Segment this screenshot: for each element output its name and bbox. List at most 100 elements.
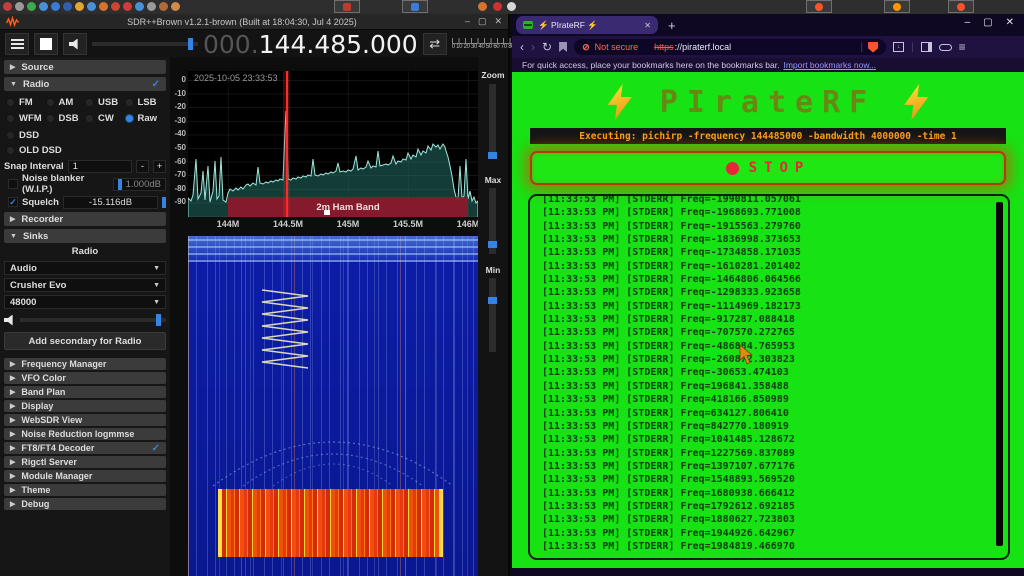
taskbar-app-icon[interactable] (63, 2, 72, 11)
taskbar-app-icon[interactable] (123, 2, 132, 11)
search-panel-icon[interactable]: ↓ (893, 42, 904, 52)
taskbar-app-icon[interactable] (75, 2, 84, 11)
taskbar-app-icon[interactable] (135, 2, 144, 11)
snap-minus-button[interactable]: - (136, 160, 149, 173)
squelch-slider-handle[interactable] (162, 197, 166, 208)
mode-lsb[interactable]: LSB (125, 94, 165, 110)
sidebar-panel[interactable]: ▶WebSDR View (4, 414, 166, 426)
taskbar-app-icon[interactable] (51, 2, 60, 11)
taskbar-app-icon[interactable] (159, 2, 168, 11)
mode-dsd[interactable]: DSD (4, 128, 166, 143)
taskbar-window-button-firefox[interactable] (884, 0, 910, 13)
add-secondary-button[interactable]: Add secondary for Radio (4, 332, 166, 350)
radio-icon[interactable] (6, 114, 15, 123)
new-tab-button[interactable]: + (668, 19, 676, 32)
close-icon[interactable]: ✕ (494, 17, 502, 26)
tab-close-icon[interactable]: ✕ (644, 21, 651, 30)
radio-icon[interactable] (85, 114, 94, 123)
max-slider-handle[interactable] (488, 241, 497, 248)
sidebar-panel[interactable]: ▶Theme (4, 484, 166, 496)
forward-button[interactable]: › (531, 41, 535, 53)
url-host[interactable]: ://piraterf.local (675, 42, 732, 52)
address-bar[interactable]: ⊘ Not secure https ://piraterf.local | (574, 39, 886, 55)
taskbar-app-icon[interactable] (3, 2, 12, 11)
radio-icon[interactable] (6, 131, 15, 140)
snap-interval-input[interactable]: 1 (68, 160, 132, 173)
reload-button[interactable]: ↻ (542, 41, 552, 53)
taskbar-window-button-sdr[interactable] (334, 0, 360, 13)
tray-clock-icon[interactable] (507, 2, 516, 11)
menu-button[interactable] (5, 33, 29, 55)
sidebar-panel[interactable]: ▶Band Plan (4, 386, 166, 398)
sidebar-panel[interactable]: ▶Noise Reduction logmmse (4, 428, 166, 440)
squelch-checkbox[interactable]: ✓ (8, 197, 18, 207)
taskbar-app-icon[interactable] (27, 2, 36, 11)
taskbar-app-icon[interactable] (99, 2, 108, 11)
menu-icon[interactable]: ≡ (959, 41, 966, 53)
radio-icon[interactable] (6, 146, 15, 155)
zoom-slider-handle[interactable] (488, 152, 497, 159)
panel-source[interactable]: ▶Source (4, 60, 166, 74)
vfo-center-line[interactable] (286, 71, 288, 217)
radio-icon[interactable] (85, 98, 94, 107)
log-output-box[interactable]: [11:33:53 PM] [STDERR] Freq=-1990811.057… (528, 194, 1010, 560)
minimize-icon[interactable]: – (965, 18, 971, 28)
sink-volume-slider[interactable] (20, 318, 166, 322)
swap-vfo-button[interactable]: ⇄ (423, 33, 447, 55)
volume-slider[interactable] (92, 42, 198, 46)
sidebar-panel[interactable]: ▶Module Manager (4, 470, 166, 482)
taskbar-window-button-brave[interactable] (806, 0, 832, 13)
taskbar-app-icon[interactable] (111, 2, 120, 11)
radio-icon[interactable] (125, 98, 134, 107)
tray-icon[interactable] (478, 2, 487, 11)
sidebar-panel[interactable]: ▶Display (4, 400, 166, 412)
mode-usb[interactable]: USB (85, 94, 125, 110)
minimize-icon[interactable]: – (465, 17, 470, 26)
taskbar-app-icon[interactable] (147, 2, 156, 11)
mode-cw[interactable]: CW (85, 110, 125, 126)
radio-icon[interactable] (6, 98, 15, 107)
snap-plus-button[interactable]: + (153, 160, 166, 173)
log-scrollbar[interactable] (996, 202, 1003, 546)
tray-icon[interactable] (493, 2, 502, 11)
sidebar-panel[interactable]: ▶FT8/FT4 Decoder✓ (4, 442, 166, 454)
taskbar-app-icon[interactable] (39, 2, 48, 11)
sample-rate-dropdown[interactable]: 48000▼ (4, 295, 166, 309)
mode-dsb[interactable]: DSB (46, 110, 86, 126)
mode-fm[interactable]: FM (6, 94, 46, 110)
mode-wfm[interactable]: WFM (6, 110, 46, 126)
squelch-level-field[interactable]: -15.116dB (63, 196, 158, 209)
sidebar-panel[interactable]: ▶Frequency Manager (4, 358, 166, 370)
enabled-check-icon[interactable]: ✓ (152, 79, 160, 90)
taskbar-app-icon[interactable] (87, 2, 96, 11)
sidebar-panel[interactable]: ▶Rigctl Server (4, 456, 166, 468)
taskbar-app-icon[interactable] (171, 2, 180, 11)
noise-blanker-checkbox[interactable] (8, 179, 18, 189)
noise-blanker-field[interactable]: 1.000dB (113, 178, 166, 191)
maximize-icon[interactable]: ▢ (983, 18, 992, 28)
stop-playback-button[interactable] (34, 33, 58, 55)
waterfall-display[interactable] (188, 236, 478, 576)
close-icon[interactable]: ✕ (1006, 18, 1014, 28)
mute-button[interactable] (63, 33, 87, 55)
sink-type-dropdown[interactable]: Audio▼ (4, 261, 166, 275)
back-button[interactable]: ‹ (520, 41, 524, 53)
slider-handle[interactable] (118, 179, 122, 190)
zoom-slider[interactable] (489, 84, 496, 159)
browser-tab[interactable]: ⚡ PIrateRF ⚡ ✕ (516, 16, 658, 34)
mode-am[interactable]: AM (46, 94, 86, 110)
panel-sinks[interactable]: ▼Sinks (4, 229, 166, 243)
spectrum-plot[interactable]: 2m Ham Band 2025-10-05 23:33:53 (188, 71, 478, 217)
taskbar-window-button-brave2[interactable] (948, 0, 974, 13)
taskbar-window-button[interactable] (402, 0, 428, 13)
vertical-tabs-icon[interactable] (939, 44, 952, 51)
enabled-check-icon[interactable]: ✓ (152, 443, 160, 454)
bookmark-icon[interactable] (559, 42, 567, 52)
radio-icon[interactable] (46, 114, 55, 123)
sdr-titlebar[interactable]: SDR++Brown v1.2.1-brown (Built at 18:04:… (0, 14, 508, 30)
min-slider[interactable] (489, 278, 496, 352)
mode-old-dsd[interactable]: OLD DSD (4, 143, 166, 158)
panel-recorder[interactable]: ▶Recorder (4, 212, 166, 226)
sidebar-panel[interactable]: ▶VFO Color (4, 372, 166, 384)
sidebar-panel[interactable]: ▶Debug (4, 498, 166, 510)
